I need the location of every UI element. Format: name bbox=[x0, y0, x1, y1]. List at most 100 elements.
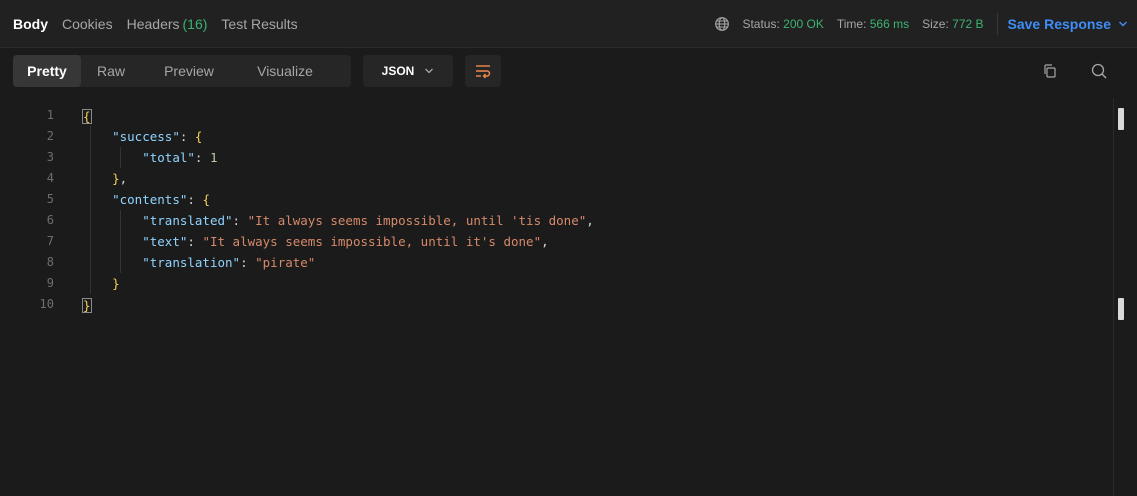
scrollbar-marker bbox=[1118, 298, 1124, 320]
copy-icon bbox=[1044, 64, 1056, 78]
time-indicator[interactable]: Time: 566 ms bbox=[837, 17, 909, 31]
code-token: "translation" bbox=[142, 255, 241, 270]
response-body-editor[interactable]: 1{2 "success": {3 "total": 14 }, 5 "conte… bbox=[0, 105, 1113, 496]
response-tab-bar: Body Cookies Headers (16) Test Results S… bbox=[0, 0, 1137, 48]
code-line: 7 "text": "It always seems impossible, u… bbox=[0, 231, 1100, 252]
status-indicator[interactable]: Status: 200 OK bbox=[742, 17, 823, 31]
view-raw-button[interactable]: Raw bbox=[81, 55, 141, 87]
code-token: : bbox=[240, 255, 256, 270]
code-token: "translated" bbox=[142, 213, 233, 228]
search-button[interactable] bbox=[1089, 61, 1109, 81]
code-line: 1{ bbox=[0, 105, 1100, 126]
code-line: 6 "translated": "It always seems impossi… bbox=[0, 210, 1100, 231]
code-token: { bbox=[202, 192, 210, 207]
wrap-lines-button[interactable] bbox=[465, 55, 501, 87]
tab-test-results[interactable]: Test Results bbox=[221, 0, 297, 48]
globe-icon[interactable] bbox=[714, 16, 730, 32]
body-view-toolbar: Pretty Raw Preview Visualize JSON bbox=[0, 48, 1137, 98]
tab-headers[interactable]: Headers (16) bbox=[127, 0, 208, 48]
code-token: , bbox=[119, 171, 128, 186]
vertical-scrollbar[interactable] bbox=[1113, 98, 1137, 496]
view-visualize-label: Visualize bbox=[257, 63, 313, 79]
code-line: 2 "success": { bbox=[0, 126, 1100, 147]
code-token: : bbox=[232, 213, 248, 228]
code-content: "translation": "pirate" bbox=[82, 252, 315, 273]
code-token: : bbox=[179, 129, 195, 144]
code-content: "text": "It always seems impossible, unt… bbox=[82, 231, 549, 252]
format-select-value: JSON bbox=[381, 64, 415, 78]
time-label: Time: bbox=[836, 17, 867, 31]
size-label: Size: bbox=[922, 17, 949, 31]
code-token: "pirate" bbox=[255, 255, 316, 270]
view-mode-group: Pretty Raw Preview Visualize bbox=[13, 55, 351, 87]
line-number: 9 bbox=[46, 276, 54, 290]
code-token: , bbox=[541, 234, 549, 249]
code-content: "success": { bbox=[82, 126, 202, 147]
code-line: 10} bbox=[0, 294, 1100, 315]
tab-body[interactable]: Body bbox=[13, 0, 48, 48]
format-select[interactable]: JSON bbox=[363, 55, 453, 87]
size-value: 772 B bbox=[952, 17, 984, 31]
view-pretty-button[interactable]: Pretty bbox=[13, 55, 81, 87]
code-token: "total" bbox=[142, 150, 195, 165]
code-line: 3 "total": 1 bbox=[0, 147, 1100, 168]
scrollbar-marker bbox=[1118, 108, 1124, 130]
status-label: Status: bbox=[742, 17, 780, 31]
view-pretty-label: Pretty bbox=[27, 63, 67, 79]
wrap-lines-icon bbox=[476, 65, 491, 79]
code-line: 4 }, bbox=[0, 168, 1100, 189]
code-line: 5 "contents": { bbox=[0, 189, 1100, 210]
code-content: } bbox=[82, 294, 92, 315]
chevron-down-icon bbox=[1119, 21, 1127, 27]
code-token: "contents" bbox=[112, 192, 188, 207]
response-tabs: Body Cookies Headers (16) Test Results bbox=[13, 0, 312, 48]
code-content: }, bbox=[82, 168, 127, 189]
view-visualize-button[interactable]: Visualize bbox=[237, 55, 333, 87]
line-number: 10 bbox=[39, 297, 54, 311]
code-token: : bbox=[187, 234, 203, 249]
status-value: 200 OK bbox=[783, 17, 824, 31]
response-status-area: Status: 200 OK Time: 566 ms Size: 772 B … bbox=[714, 0, 1137, 48]
tab-headers-label: Headers bbox=[126, 16, 180, 32]
save-response-button[interactable]: Save Response bbox=[1008, 16, 1129, 32]
code-token: "text" bbox=[142, 234, 188, 249]
code-line: 9 } bbox=[0, 273, 1100, 294]
line-number: 3 bbox=[46, 150, 54, 164]
code-token: } bbox=[112, 171, 120, 186]
code-content: "contents": { bbox=[82, 189, 210, 210]
tab-body-label: Body bbox=[13, 16, 48, 32]
response-panel: Body Cookies Headers (16) Test Results S… bbox=[0, 0, 1137, 496]
code-line: 8 "translation": "pirate" bbox=[0, 252, 1100, 273]
code-token: "It always seems impossible, until it's … bbox=[202, 234, 542, 249]
code-token: { bbox=[194, 129, 203, 144]
time-value: 566 ms bbox=[869, 17, 910, 31]
code-token: , bbox=[586, 213, 594, 228]
code-content: } bbox=[82, 273, 120, 294]
headers-count-badge: (16) bbox=[182, 16, 208, 32]
tab-cookies-label: Cookies bbox=[62, 16, 113, 32]
code-token: : bbox=[194, 150, 210, 165]
status-divider bbox=[996, 13, 998, 35]
line-number: 6 bbox=[46, 213, 54, 227]
code-token: } bbox=[112, 276, 120, 291]
code-token: : bbox=[187, 192, 203, 207]
view-raw-label: Raw bbox=[96, 63, 125, 79]
view-preview-button[interactable]: Preview bbox=[141, 55, 237, 87]
code-token: "It always seems impossible, until 'tis … bbox=[247, 213, 587, 228]
code-token: } bbox=[82, 298, 92, 313]
code-token: 1 bbox=[209, 150, 218, 165]
tab-cookies[interactable]: Cookies bbox=[62, 0, 113, 48]
code-content: { bbox=[82, 105, 92, 126]
size-indicator[interactable]: Size: 772 B bbox=[922, 17, 983, 31]
save-response-label: Save Response bbox=[1007, 16, 1112, 32]
line-number: 5 bbox=[46, 192, 54, 206]
line-number: 7 bbox=[46, 234, 54, 248]
copy-button[interactable] bbox=[1040, 61, 1060, 81]
